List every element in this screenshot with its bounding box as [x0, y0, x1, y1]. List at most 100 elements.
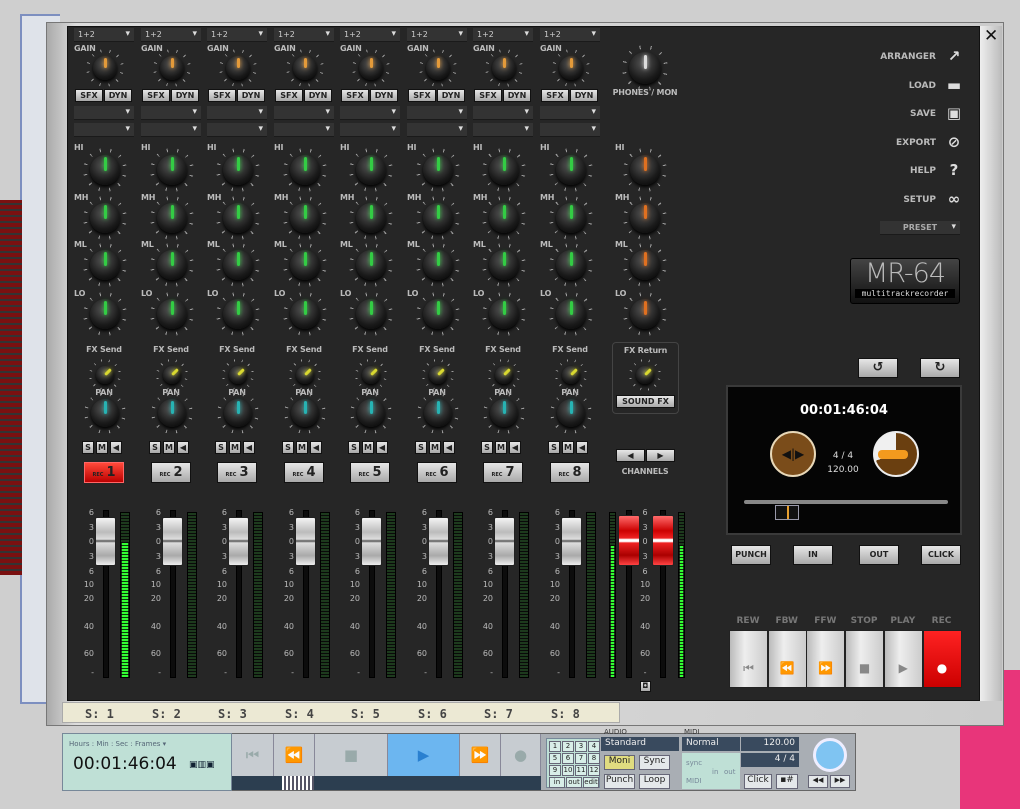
fx-send-knob[interactable]	[289, 359, 321, 391]
track-grid-button[interactable]: 3	[575, 741, 587, 752]
insert-select[interactable]	[74, 123, 134, 137]
eq-mh-knob[interactable]	[416, 196, 460, 240]
mute-button[interactable]: M	[296, 441, 308, 454]
play-button[interactable]: ▶	[883, 630, 923, 688]
moni-button[interactable]: Moni	[604, 755, 635, 770]
nudge-back-button[interactable]: ◀◀	[808, 775, 828, 788]
arranger-icon[interactable]: ↗	[944, 47, 964, 65]
track-grid-button[interactable]: 9	[549, 765, 561, 776]
ffw-button[interactable]: ⏩	[806, 630, 846, 688]
pan-knob[interactable]	[151, 392, 193, 434]
pan-knob[interactable]	[550, 392, 592, 434]
phones-knob[interactable]	[622, 45, 668, 91]
fader-cap[interactable]	[494, 517, 515, 566]
host-record-button[interactable]: ●	[501, 734, 541, 776]
eq-hi-knob[interactable]	[83, 148, 127, 192]
insert-select[interactable]	[407, 123, 467, 137]
input-select[interactable]: 1+2	[274, 28, 334, 42]
track-grid-button[interactable]: out	[566, 777, 582, 788]
input-select[interactable]: 1+2	[540, 28, 600, 42]
record-arm-button[interactable]: REC 4	[284, 462, 324, 483]
insert-select[interactable]	[274, 106, 334, 120]
eq-ml-knob[interactable]	[416, 243, 460, 287]
audio-mode-select[interactable]: Standard	[601, 737, 679, 751]
eq-ml-knob[interactable]	[482, 243, 526, 287]
return-hi-knob[interactable]	[623, 148, 667, 192]
rew-button[interactable]: ⏮	[729, 630, 768, 688]
record-arm-button[interactable]: REC 2	[151, 462, 191, 483]
time-format-selector[interactable]: Hours : Min : Sec : Frames ▾	[69, 740, 166, 748]
host-loop-button[interactable]: Loop	[639, 774, 670, 789]
track-grid-button[interactable]: 4	[588, 741, 600, 752]
speaker-icon[interactable]: ◀	[243, 441, 255, 454]
track-grid-button[interactable]: 11	[575, 765, 587, 776]
fader-cap[interactable]	[361, 517, 382, 566]
dyn-button[interactable]: DYN	[437, 89, 465, 102]
speaker-icon[interactable]: ◀	[376, 441, 388, 454]
fader-cap[interactable]	[162, 517, 183, 566]
track-grid-button[interactable]: in	[549, 777, 565, 788]
eq-ml-knob[interactable]	[83, 243, 127, 287]
eq-lo-knob[interactable]	[83, 292, 127, 336]
eq-lo-knob[interactable]	[283, 292, 327, 336]
in-button[interactable]: IN	[793, 545, 833, 565]
master-fader-cap-r[interactable]	[652, 515, 674, 566]
record-arm-button[interactable]: REC 1	[84, 462, 124, 483]
redo-button[interactable]: ↻	[920, 358, 960, 378]
gain-knob[interactable]	[419, 49, 457, 87]
eq-hi-knob[interactable]	[482, 148, 526, 192]
insert-select[interactable]	[473, 123, 533, 137]
eq-ml-knob[interactable]	[150, 243, 194, 287]
eq-lo-knob[interactable]	[216, 292, 260, 336]
sync-button[interactable]: Sync	[639, 755, 670, 770]
eq-mh-knob[interactable]	[482, 196, 526, 240]
pan-knob[interactable]	[350, 392, 392, 434]
scrub-reel-icon[interactable]: ◀|▶	[770, 431, 816, 477]
record-arm-button[interactable]: REC 8	[550, 462, 590, 483]
track-grid-button[interactable]: 12	[588, 765, 600, 776]
eq-mh-knob[interactable]	[83, 196, 127, 240]
gain-knob[interactable]	[153, 49, 191, 87]
host-punch-button[interactable]: Punch	[604, 774, 635, 789]
position-slider[interactable]	[744, 500, 948, 504]
record-arm-button[interactable]: REC 7	[483, 462, 523, 483]
input-select[interactable]: 1+2	[473, 28, 533, 42]
return-lo-knob[interactable]	[623, 292, 667, 336]
sfx-button[interactable]: SFX	[474, 89, 502, 102]
mute-button[interactable]: M	[562, 441, 574, 454]
menu-export[interactable]: EXPORT	[896, 138, 936, 148]
input-select[interactable]: 1+2	[407, 28, 467, 42]
dyn-button[interactable]: DYN	[171, 89, 199, 102]
eq-mh-knob[interactable]	[216, 196, 260, 240]
insert-select[interactable]	[340, 123, 400, 137]
speaker-icon[interactable]: ◀	[310, 441, 322, 454]
eq-mh-knob[interactable]	[549, 196, 593, 240]
menu-save[interactable]: SAVE	[910, 109, 936, 119]
host-play-button[interactable]: ▶	[388, 734, 460, 776]
fader-cap[interactable]	[95, 517, 116, 566]
input-select[interactable]: 1+2	[207, 28, 267, 42]
gain-knob[interactable]	[86, 49, 124, 87]
solo-button[interactable]: S	[82, 441, 94, 454]
sfx-button[interactable]: SFX	[75, 89, 103, 102]
mute-button[interactable]: M	[96, 441, 108, 454]
mute-button[interactable]: M	[429, 441, 441, 454]
pan-knob[interactable]	[483, 392, 525, 434]
pan-knob[interactable]	[284, 392, 326, 434]
speaker-icon[interactable]: ◀	[576, 441, 588, 454]
host-stop-button[interactable]: ■	[315, 734, 388, 776]
channels-prev-button[interactable]: ◀	[616, 449, 645, 462]
fx-send-knob[interactable]	[89, 359, 121, 391]
eq-hi-knob[interactable]	[283, 148, 327, 192]
gain-knob[interactable]	[219, 49, 257, 87]
dyn-button[interactable]: DYN	[570, 89, 598, 102]
solo-button[interactable]: S	[548, 441, 560, 454]
setup-icon[interactable]: ∞	[944, 190, 964, 208]
insert-select[interactable]	[141, 123, 201, 137]
mute-button[interactable]: M	[495, 441, 507, 454]
return-mh-knob[interactable]	[623, 196, 667, 240]
track-grid-button[interactable]: 8	[588, 753, 600, 764]
track-grid-button[interactable]: 1	[549, 741, 561, 752]
eq-mh-knob[interactable]	[283, 196, 327, 240]
fader-cap[interactable]	[428, 517, 449, 566]
